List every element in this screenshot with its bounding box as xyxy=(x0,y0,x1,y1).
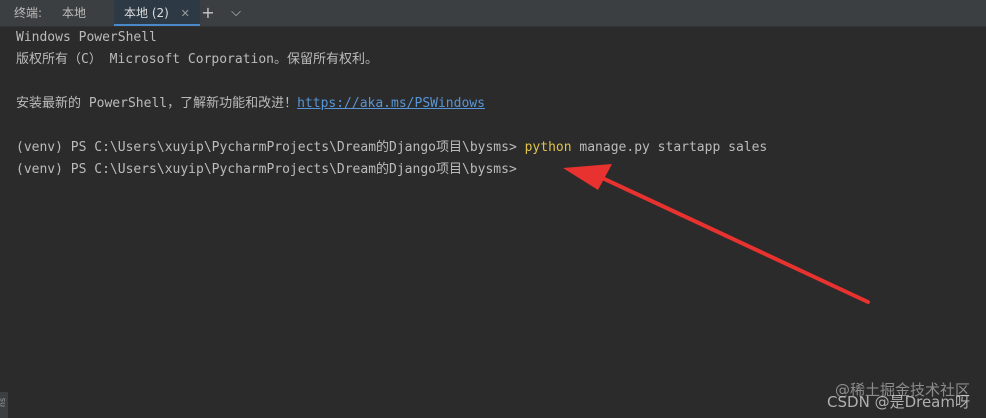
install-text: 安装最新的 PowerShell，了解新功能和改进！ xyxy=(16,96,298,111)
terminal-line: 安装最新的 PowerShell，了解新功能和改进！https://aka.ms… xyxy=(16,93,986,115)
command-args: manage.py startapp sales xyxy=(571,140,768,155)
pswindows-link[interactable]: https://aka.ms/PSWindows xyxy=(297,96,485,111)
terminal-tab-bar: 终端: 本地 本地 (2) ✕ + ⌵ xyxy=(0,0,986,27)
prompt: (venv) PS C:\Users\xuyip\PycharmProjects… xyxy=(16,140,525,155)
terminal-label: 终端: xyxy=(14,6,43,20)
chevron-down-icon[interactable]: ⌵ xyxy=(226,0,246,26)
watermark-csdn: CSDN @是Dream呀 xyxy=(827,393,970,411)
command-keyword: python xyxy=(524,140,572,155)
terminal-command-line: (venv) PS C:\Users\xuyip\PycharmProjects… xyxy=(16,137,986,159)
tab-local-2[interactable]: 本地 (2) ✕ xyxy=(114,0,200,26)
terminal-output[interactable]: Windows PowerShell 版权所有（C） Microsoft Cor… xyxy=(0,27,986,418)
terminal-line: 版权所有（C） Microsoft Corporation。保留所有权利。 xyxy=(16,52,379,67)
terminal-prompt-line[interactable]: (venv) PS C:\Users\xuyip\PycharmProjects… xyxy=(16,159,986,181)
terminal-window: 终端: 本地 本地 (2) ✕ + ⌵ Windows PowerShell 版… xyxy=(0,0,986,418)
close-icon[interactable]: ✕ xyxy=(181,7,190,20)
add-tab-icon[interactable]: + xyxy=(198,0,218,26)
tab-local[interactable]: 本地 xyxy=(52,0,96,26)
tab-local-label: 本地 xyxy=(62,6,87,20)
prompt: (venv) PS C:\Users\xuyip\PycharmProjects… xyxy=(16,162,517,177)
tab-local-2-label: 本地 (2) xyxy=(124,6,169,20)
terminal-line: Windows PowerShell xyxy=(16,30,157,45)
side-strip-label: ns xyxy=(0,397,8,408)
